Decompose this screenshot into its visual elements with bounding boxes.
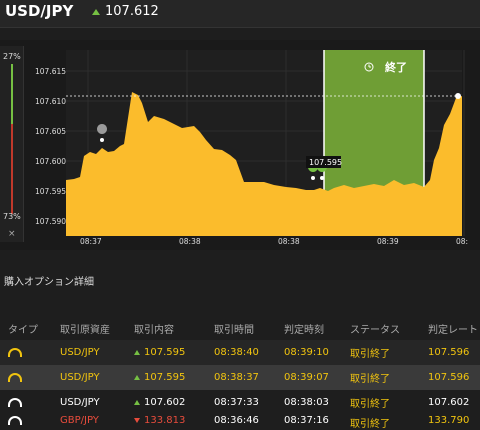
x-axis: 08:37 08:38 08:38 08:39 08: (80, 237, 468, 246)
col-rate: 判定レート (428, 324, 478, 336)
up-arrow-icon (134, 399, 140, 405)
time-value: 08:38:40 (214, 347, 259, 358)
time-value: 08:36:46 (214, 415, 259, 426)
close-icon[interactable]: × (8, 229, 16, 239)
table-row[interactable]: USD/JPY 107.602 08:37:33 08:38:03 取引終了 107.60… (0, 390, 480, 415)
low-percentage: 73% (3, 212, 21, 221)
status-value: 取引終了 (350, 349, 390, 360)
time-value: 08:38:37 (214, 372, 259, 383)
y-tick-label: 107.590 (35, 217, 66, 226)
table-row[interactable]: USD/JPY 107.595 08:38:40 08:39:10 取引終了 107.59… (0, 340, 480, 365)
x-tick-label: 08:38 (179, 237, 201, 246)
asset-value: USD/JPY (60, 347, 100, 358)
side-gauge: 27% 73% × (0, 46, 24, 242)
price-value: 107.612 (105, 4, 159, 19)
y-tick-label: 107.600 (35, 157, 66, 166)
rate-value: 133.790 (428, 415, 470, 426)
col-judge: 判定時刻 (284, 324, 324, 336)
y-tick-label: 107.610 (35, 97, 66, 106)
judge-value: 08:37:16 (284, 415, 329, 426)
up-arrow-icon (134, 374, 140, 380)
col-time: 取引時間 (214, 324, 254, 336)
col-status: ステータス (350, 324, 400, 336)
x-tick-label: 08:37 (80, 237, 102, 246)
judge-value: 08:39:07 (284, 372, 329, 383)
rate-value: 107.596 (428, 372, 470, 383)
zone-label: 終了 (385, 60, 407, 74)
asset-value: GBP/JPY (60, 415, 99, 426)
judge-value: 08:39:10 (284, 347, 329, 358)
y-tick-label: 107.615 (35, 67, 66, 76)
status-value: 取引終了 (350, 419, 390, 429)
asset-value: USD/JPY (60, 397, 100, 408)
y-tick-label: 107.605 (35, 127, 66, 136)
gauge-icon (8, 415, 22, 425)
up-arrow-icon (134, 349, 140, 355)
judge-value: 08:38:03 (284, 397, 329, 408)
content-value: 133.813 (144, 415, 186, 426)
x-tick-label: 08:38 (278, 237, 300, 246)
header-bar: USD/JPY 107.612 (0, 0, 480, 28)
col-content: 取引内容 (134, 324, 174, 336)
options-table: タイプ 取引原資産 取引内容 取引時間 判定時刻 ステータス 判定レート USD… (0, 316, 480, 429)
content-value: 107.602 (144, 397, 186, 408)
current-price: 107.612 (92, 4, 159, 19)
price-chart[interactable]: 終了 107.595 107.615107.610107.605107.6001… (24, 40, 480, 250)
section-title: 購入オプション詳細 (4, 277, 94, 288)
marker-label: 107.595 (309, 158, 342, 167)
gauge-icon (8, 347, 22, 357)
table-row[interactable]: GBP/JPY 133.813 08:36:46 08:37:16 取引終了 133.79… (0, 415, 480, 429)
col-asset: 取引原資産 (60, 324, 110, 336)
rate-value: 107.602 (428, 397, 470, 408)
content-value: 107.595 (144, 347, 186, 358)
sentiment-bar (11, 64, 13, 214)
table-row[interactable]: USD/JPY 107.595 08:38:37 08:39:07 取引終了 107.59… (0, 365, 480, 390)
gauge-icon (8, 397, 22, 407)
content-value: 107.595 (144, 372, 186, 383)
down-arrow-icon (134, 417, 140, 423)
x-tick-label: 08:39 (377, 237, 399, 246)
asset-value: USD/JPY (60, 372, 100, 383)
table-header: タイプ 取引原資産 取引内容 取引時間 判定時刻 ステータス 判定レート (0, 316, 480, 340)
status-value: 取引終了 (350, 399, 390, 410)
currency-pair-title[interactable]: USD/JPY (5, 2, 73, 20)
current-price-dot (455, 93, 461, 99)
y-axis: 107.615 107.610 107.605 107.600 107.595 107.5… (35, 67, 66, 226)
gauge-icon (8, 372, 22, 382)
col-type: タイプ (8, 324, 38, 336)
price-up-arrow-icon (92, 8, 100, 15)
rate-value: 107.596 (428, 347, 470, 358)
y-tick-label: 107.595 (35, 187, 66, 196)
status-value: 取引終了 (350, 374, 390, 385)
x-tick-label: 08: (456, 237, 468, 246)
time-value: 08:37:33 (214, 397, 259, 408)
high-percentage: 27% (3, 52, 21, 61)
